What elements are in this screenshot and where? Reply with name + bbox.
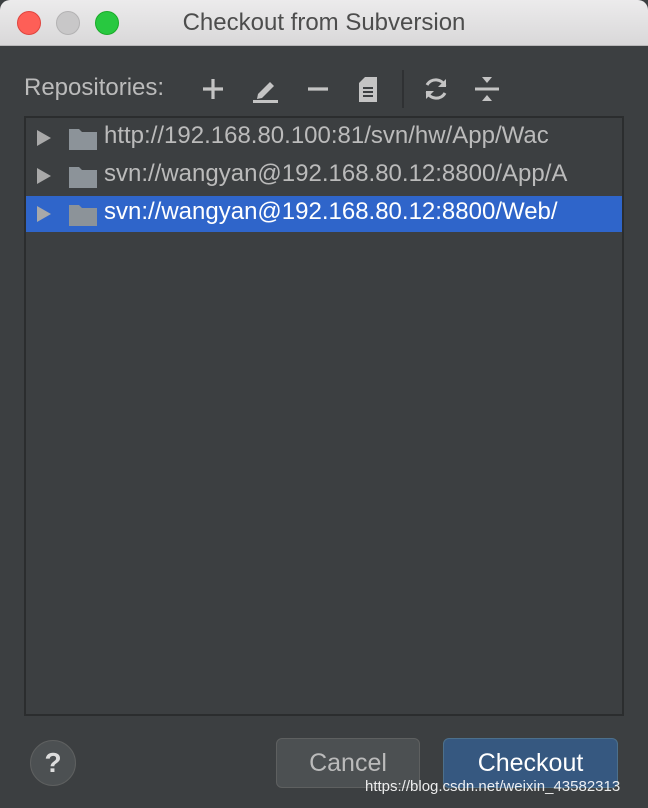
folder-icon bbox=[68, 127, 98, 151]
refresh-icon[interactable] bbox=[421, 74, 451, 104]
repository-row[interactable]: svn://wangyan@192.168.80.12:8800/App/A bbox=[26, 158, 622, 194]
folder-icon bbox=[68, 165, 98, 189]
repository-url: svn://wangyan@192.168.80.12:8800/Web/ bbox=[104, 198, 558, 225]
toolbar-separator bbox=[402, 70, 404, 108]
checkout-dialog: Checkout from Subversion Repositories: h… bbox=[0, 0, 648, 808]
edit-icon[interactable] bbox=[250, 74, 280, 104]
minus-icon[interactable] bbox=[303, 74, 333, 104]
expand-arrow-icon[interactable] bbox=[36, 167, 52, 185]
folder-icon bbox=[68, 203, 98, 227]
repositories-toolbar: Repositories: bbox=[24, 70, 624, 110]
collapse-all-icon[interactable] bbox=[472, 74, 502, 104]
help-button[interactable]: ? bbox=[30, 740, 76, 786]
watermark-text: https://blog.csdn.net/weixin_43582313 bbox=[365, 778, 621, 795]
repository-url: svn://wangyan@192.168.80.12:8800/App/A bbox=[104, 160, 568, 187]
dialog-title: Checkout from Subversion bbox=[182, 9, 466, 36]
expand-arrow-icon[interactable] bbox=[36, 205, 52, 223]
plus-icon[interactable] bbox=[198, 74, 228, 104]
repository-row-selected[interactable]: svn://wangyan@192.168.80.12:8800/Web/ bbox=[26, 196, 622, 232]
repositories-label: Repositories: bbox=[24, 74, 165, 101]
repository-row[interactable]: http://192.168.80.100:81/svn/hw/App/Wac bbox=[26, 120, 622, 156]
browse-icon[interactable] bbox=[354, 74, 384, 104]
title-bar: Checkout from Subversion bbox=[0, 0, 648, 46]
repository-tree[interactable]: http://192.168.80.100:81/svn/hw/App/Wac … bbox=[24, 116, 624, 716]
repository-url: http://192.168.80.100:81/svn/hw/App/Wac bbox=[104, 122, 549, 149]
expand-arrow-icon[interactable] bbox=[36, 129, 52, 147]
